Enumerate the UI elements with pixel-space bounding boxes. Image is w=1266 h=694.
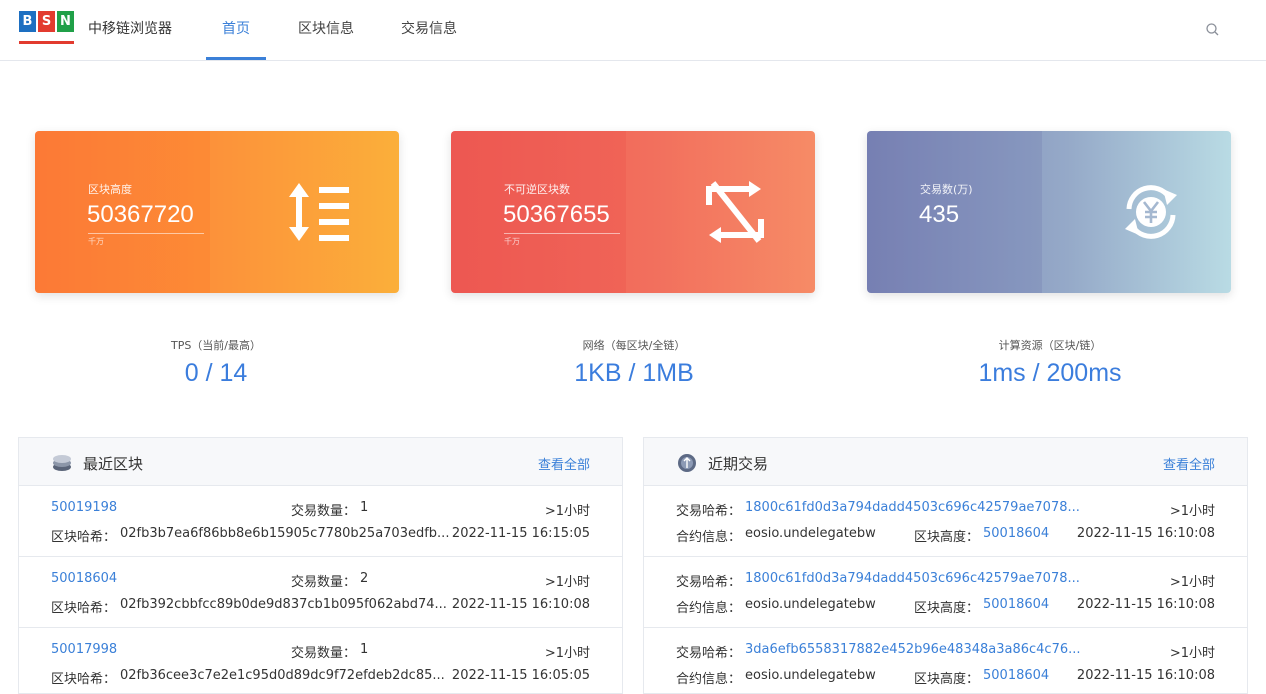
brand-name[interactable]: 中移链浏览器 (88, 18, 172, 38)
network-value: 1KB / 1MB (574, 359, 694, 387)
tps-label: TPS（当前/最高） (170, 339, 262, 352)
compute-label: 计算资源（区块/链） (998, 339, 1102, 352)
recent-blocks-header: 最近区块 查看全部 (19, 438, 622, 486)
block-height-label: 区块高度 (88, 183, 132, 196)
block-hash: 02fb392cbbfcc89b0de9d837cb1b095f062abd74… (120, 597, 447, 612)
recent-transactions-panel: 近期交易 查看全部 交易哈希： 1800c61fd0d3a794dadd4503… (643, 437, 1248, 694)
nav-home[interactable]: 首页 (222, 18, 250, 38)
recent-transactions-title: 近期交易 (708, 455, 769, 473)
block-row: 50019198 交易数量： 1 >1小时 区块哈希： 02fb3b7ea6f8… (19, 486, 622, 557)
logo-letter-s: S (38, 11, 55, 32)
compute-metric: 计算资源（区块/链） 1ms / 200ms (870, 337, 1230, 388)
tx-hash-link[interactable]: 3da6efb6558317882e452b96e48348a3a86c4c76… (745, 642, 1081, 657)
tps-metric: TPS（当前/最高） 0 / 14 (36, 337, 396, 388)
tx-time: 2022-11-15 16:10:08 (1076, 526, 1215, 541)
block-height-card: 区块高度 50367720 千万 (35, 131, 399, 293)
value-divider (504, 233, 620, 234)
recent-transactions-header: 近期交易 查看全部 (644, 438, 1247, 486)
transaction-icon (677, 453, 697, 473)
active-nav-indicator (206, 57, 266, 60)
logo-underline (19, 41, 74, 44)
block-time: 2022-11-15 16:10:08 (451, 597, 590, 612)
tx-age: >1小时 (1169, 575, 1215, 590)
block-row: 50017998 交易数量： 1 >1小时 区块哈希： 02fb36cee3c7… (19, 628, 622, 693)
tps-value: 0 / 14 (184, 359, 248, 387)
tx-hash-link[interactable]: 1800c61fd0d3a794dadd4503c696c42579ae7078… (745, 571, 1080, 586)
contract-name: eosio.undelegatebw (745, 668, 876, 683)
tx-block-height-link[interactable]: 50018604 (983, 668, 1049, 683)
block-hash-label: 区块哈希： (51, 672, 117, 687)
top-header: B S N 中移链浏览器 首页 区块信息 交易信息 (0, 0, 1266, 61)
block-row: 50018604 交易数量： 2 >1小时 区块哈希： 02fb392cbbfc… (19, 557, 622, 628)
tx-age: >1小时 (1169, 646, 1215, 661)
transaction-row: 交易哈希： 3da6efb6558317882e452b96e48348a3a8… (644, 628, 1247, 693)
tx-count-label: 交易数量： (291, 504, 357, 519)
tx-hash-label: 交易哈希： (676, 504, 742, 519)
search-icon[interactable] (1204, 21, 1222, 39)
tx-count-label: 交易数量： (291, 575, 357, 590)
contract-label: 合约信息： (676, 672, 742, 687)
transactions-card: 交易数(万) 435 (867, 131, 1231, 293)
tx-block-height-label: 区块高度： (914, 672, 980, 687)
view-all-transactions-link[interactable]: 查看全部 (1163, 454, 1215, 473)
tx-block-height-link[interactable]: 50018604 (983, 597, 1049, 612)
tx-count: 2 (360, 571, 369, 586)
block-height-unit: 千万 (88, 237, 104, 246)
view-all-blocks-link[interactable]: 查看全部 (538, 454, 590, 473)
transactions-value: 435 (919, 201, 960, 228)
database-icon (52, 453, 72, 473)
block-height-link[interactable]: 50019198 (51, 500, 117, 515)
yuan-exchange-icon (1117, 179, 1185, 245)
contract-label: 合约信息： (676, 601, 742, 616)
block-hash: 02fb3b7ea6f86bb8e6b15905c7780b25a703edfb… (120, 526, 450, 541)
irreversible-blocks-value: 50367655 (503, 201, 610, 228)
irreversible-blocks-unit: 千万 (504, 237, 520, 246)
network-metric: 网络（每区块/全链） 1KB / 1MB (454, 337, 814, 388)
block-age: >1小时 (544, 575, 590, 590)
tx-hash-link[interactable]: 1800c61fd0d3a794dadd4503c696c42579ae7078… (745, 500, 1080, 515)
nav-transactions[interactable]: 交易信息 (401, 18, 457, 38)
tx-time: 2022-11-15 16:10:08 (1076, 597, 1215, 612)
block-time: 2022-11-15 16:15:05 (451, 526, 590, 541)
value-divider (88, 233, 204, 234)
tx-age: >1小时 (1169, 504, 1215, 519)
contract-label: 合约信息： (676, 530, 742, 545)
transactions-label: 交易数(万) (920, 183, 973, 196)
tx-count: 1 (360, 500, 369, 515)
nav-blocks[interactable]: 区块信息 (298, 18, 354, 38)
irreversible-blocks-card: 不可逆区块数 50367655 千万 (451, 131, 815, 293)
bsn-logo[interactable]: B S N (19, 11, 75, 45)
transaction-row: 交易哈希： 1800c61fd0d3a794dadd4503c696c42579… (644, 486, 1247, 557)
logo-letter-n: N (57, 11, 74, 32)
block-hash-label: 区块哈希： (51, 601, 117, 616)
tx-block-height-link[interactable]: 50018604 (983, 526, 1049, 541)
sort-arrows-icon (285, 179, 353, 245)
network-label: 网络（每区块/全链） (582, 339, 686, 352)
irreversible-blocks-label: 不可逆区块数 (504, 183, 570, 196)
block-height-link[interactable]: 50017998 (51, 642, 117, 657)
tx-count-label: 交易数量： (291, 646, 357, 661)
compute-value: 1ms / 200ms (978, 359, 1122, 387)
tx-block-height-label: 区块高度： (914, 601, 980, 616)
tx-time: 2022-11-15 16:10:08 (1076, 668, 1215, 683)
contract-name: eosio.undelegatebw (745, 597, 876, 612)
tx-count: 1 (360, 642, 369, 657)
block-hash: 02fb36cee3c7e2e1c95d0d89dc9f72efdeb2dc85… (120, 668, 445, 683)
block-hash-label: 区块哈希： (51, 530, 117, 545)
tx-hash-label: 交易哈希： (676, 646, 742, 661)
tx-hash-label: 交易哈希： (676, 575, 742, 590)
block-age: >1小时 (544, 504, 590, 519)
block-height-link[interactable]: 50018604 (51, 571, 117, 586)
logo-letter-b: B (19, 11, 36, 32)
tx-block-height-label: 区块高度： (914, 530, 980, 545)
no-repeat-icon (701, 179, 769, 245)
contract-name: eosio.undelegatebw (745, 526, 876, 541)
transaction-row: 交易哈希： 1800c61fd0d3a794dadd4503c696c42579… (644, 557, 1247, 628)
block-age: >1小时 (544, 646, 590, 661)
block-height-value: 50367720 (87, 201, 194, 228)
recent-blocks-panel: 最近区块 查看全部 50019198 交易数量： 1 >1小时 区块哈希： 02… (18, 437, 623, 694)
block-time: 2022-11-15 16:05:05 (451, 668, 590, 683)
recent-blocks-title: 最近区块 (83, 455, 144, 473)
